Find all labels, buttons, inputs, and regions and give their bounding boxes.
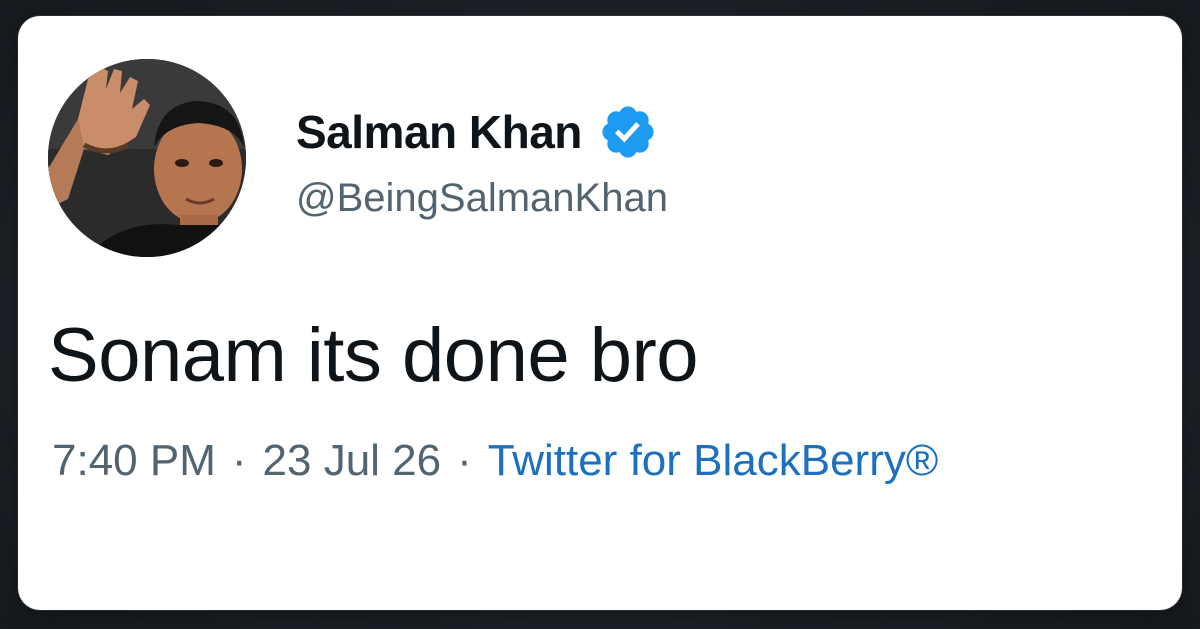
verified-badge-icon (602, 106, 654, 158)
tweet-meta: 7:40 PM · 23 Jul 26 · Twitter for BlackB… (52, 436, 938, 486)
tweet-text: Sonam its done bro (48, 313, 699, 398)
client-link[interactable]: Twitter for BlackBerry® (488, 436, 939, 486)
tweet-time[interactable]: 7:40 PM (52, 436, 216, 486)
avatar-photo (48, 59, 246, 257)
meta-separator: · (231, 436, 247, 485)
user-handle[interactable]: @BeingSalmanKhan (296, 176, 668, 221)
display-name[interactable]: Salman Khan (296, 105, 582, 159)
avatar[interactable] (48, 59, 246, 257)
tweet-card: Salman Khan @BeingSalmanKhan Sonam its d… (18, 16, 1182, 610)
meta-separator: · (457, 436, 472, 485)
tweet-date[interactable]: 23 Jul 26 (263, 436, 442, 486)
author-row: Salman Khan (296, 100, 658, 164)
